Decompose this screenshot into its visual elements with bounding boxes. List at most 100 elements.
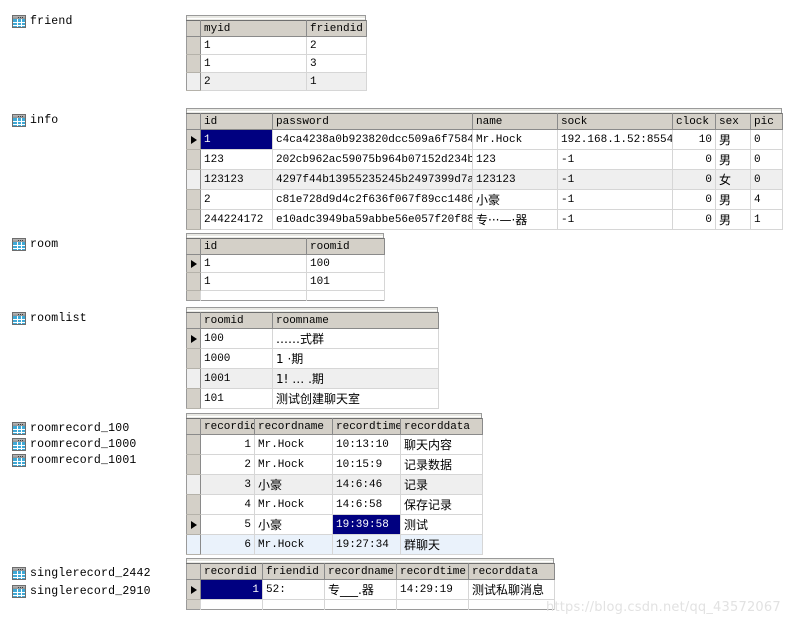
- cell-recorddata[interactable]: 测试: [400, 514, 483, 535]
- cell-myid[interactable]: 1: [200, 36, 307, 55]
- cell-recordname[interactable]: Mr.Hock: [254, 494, 333, 515]
- grid-roomrecord-table[interactable]: recordid recordname recordtime recorddata 1 M…: [186, 418, 483, 555]
- table-row[interactable]: 12: [186, 36, 367, 55]
- cell-recordname[interactable]: 小豪: [254, 514, 333, 535]
- cell-pic[interactable]: 0: [750, 169, 783, 190]
- row-indicator[interactable]: [186, 474, 201, 495]
- grid-roomlist-table[interactable]: roomid roomname 100 ……式群 1000 1 ·期 1001 1! … .期…: [186, 312, 439, 409]
- cell-id[interactable]: 123: [200, 149, 273, 170]
- grid-room[interactable]: id roomid 1 100 1 101: [186, 233, 385, 301]
- cell-clock[interactable]: 0: [672, 189, 716, 210]
- cell-id[interactable]: 1: [200, 272, 307, 291]
- grid-info[interactable]: id password name sock clock sex pic 1 c4ca4238a0…: [186, 108, 783, 230]
- cell-recorddata[interactable]: 记录数据: [400, 454, 483, 475]
- grid-singlerecord-table[interactable]: recordid friendid recordname recordtime reco…: [186, 563, 555, 610]
- cell-friendid[interactable]: 1: [306, 72, 367, 91]
- cell-empty[interactable]: [200, 599, 263, 610]
- new-row-placeholder[interactable]: [186, 290, 385, 301]
- cell-roomname[interactable]: 1! … .期: [272, 368, 439, 389]
- cell-myid[interactable]: 2: [200, 72, 307, 91]
- column-header-recordname[interactable]: recordname: [254, 418, 333, 435]
- column-header-id[interactable]: id: [200, 113, 273, 130]
- cell-pic[interactable]: 1: [750, 209, 783, 230]
- cell-sex[interactable]: 男: [715, 149, 751, 170]
- new-row-placeholder[interactable]: [186, 599, 555, 610]
- row-indicator[interactable]: [186, 209, 201, 230]
- grid-friend-topbar[interactable]: [186, 15, 366, 20]
- cell-recorddata[interactable]: 群聊天: [400, 534, 483, 555]
- cell-roomname[interactable]: ……式群: [272, 328, 439, 349]
- cell-sock[interactable]: -1: [557, 209, 673, 230]
- table-row[interactable]: 1 101: [186, 272, 385, 291]
- cell-recordid[interactable]: 1: [200, 579, 263, 600]
- row-indicator[interactable]: [186, 36, 201, 55]
- grid-singlerecord[interactable]: recordid friendid recordname recordtime reco…: [186, 558, 555, 610]
- cell-recordtime[interactable]: 14:6:46: [332, 474, 401, 495]
- cell-sex[interactable]: 男: [715, 129, 751, 150]
- cell-recordid[interactable]: 6: [200, 534, 255, 555]
- cell-sex[interactable]: 女: [715, 169, 751, 190]
- cell-id[interactable]: 244224172: [200, 209, 273, 230]
- cell-recordname[interactable]: 专___.器: [324, 579, 397, 600]
- cell-recordtime[interactable]: 14:29:19: [396, 579, 469, 600]
- cell-empty[interactable]: [324, 599, 397, 610]
- cell-pic[interactable]: 0: [750, 129, 783, 150]
- cell-recorddata[interactable]: 保存记录: [400, 494, 483, 515]
- cell-recorddata[interactable]: 记录: [400, 474, 483, 495]
- table-row[interactable]: 2 c81e728d9d4c2f636f067f89cc14862c 小豪 -1 0 男 4: [186, 189, 783, 210]
- row-indicator[interactable]: [186, 272, 201, 291]
- row-indicator[interactable]: [186, 494, 201, 515]
- cell-empty[interactable]: [200, 290, 307, 301]
- column-header-name[interactable]: name: [472, 113, 558, 130]
- grid-friend-table[interactable]: myid friendid 1 2 1 3 2 1: [186, 20, 367, 91]
- cell-pic[interactable]: 4: [750, 189, 783, 210]
- cell-recordname[interactable]: 小豪: [254, 474, 333, 495]
- grid-singlerecord-topbar[interactable]: [186, 558, 554, 563]
- cell-id[interactable]: 2: [200, 189, 273, 210]
- column-header-recorddata[interactable]: recorddata: [468, 563, 555, 580]
- column-header-clock[interactable]: clock: [672, 113, 716, 130]
- column-header-myid[interactable]: myid: [200, 20, 307, 37]
- grid-roomrecord-topbar[interactable]: [186, 413, 482, 418]
- row-indicator[interactable]: [186, 189, 201, 210]
- cell-sock[interactable]: -1: [557, 149, 673, 170]
- cell-password[interactable]: 4297f44b13955235245b2497399d7a93: [272, 169, 473, 190]
- cell-recordname[interactable]: Mr.Hock: [254, 454, 333, 475]
- column-header-sex[interactable]: sex: [715, 113, 751, 130]
- column-header-roomid[interactable]: roomid: [200, 312, 273, 329]
- cell-sex[interactable]: 男: [715, 189, 751, 210]
- cell-recordtime[interactable]: 19:39:58: [332, 514, 401, 535]
- table-row[interactable]: 1 c4ca4238a0b923820dcc509a6f75849b Mr.Hock…: [186, 129, 783, 150]
- tree-item-singlerecord_2910[interactable]: singlerecord_2910: [12, 585, 151, 598]
- table-row[interactable]: 4 Mr.Hock 14:6:58 保存记录: [186, 494, 483, 515]
- cell-password[interactable]: e10adc3949ba59abbe56e057f20f883e: [272, 209, 473, 230]
- cell-recordid[interactable]: 1: [200, 434, 255, 455]
- table-row[interactable]: 1 100: [186, 254, 385, 273]
- tree-item-info[interactable]: info: [12, 114, 58, 127]
- cell-id[interactable]: 123123: [200, 169, 273, 190]
- column-header-recordname[interactable]: recordname: [324, 563, 397, 580]
- row-indicator[interactable]: [186, 149, 201, 170]
- column-header-password[interactable]: password: [272, 113, 473, 130]
- grid-roomlist-topbar[interactable]: [186, 307, 438, 312]
- cell-recordtime[interactable]: 10:15:9: [332, 454, 401, 475]
- cell-recordtime[interactable]: 14:6:58: [332, 494, 401, 515]
- column-header-pic[interactable]: pic: [750, 113, 783, 130]
- cell-recordid[interactable]: 5: [200, 514, 255, 535]
- column-header-recordtime[interactable]: recordtime: [332, 418, 401, 435]
- table-row[interactable]: 123123 4297f44b13955235245b2497399d7a93 12…: [186, 169, 783, 190]
- cell-roomid[interactable]: 100: [200, 328, 273, 349]
- tree-item-roomlist[interactable]: roomlist: [12, 312, 87, 325]
- cell-roomid[interactable]: 1000: [200, 348, 273, 369]
- tree-item-roomrecord_1000[interactable]: roomrecord_1000: [12, 438, 137, 451]
- cell-name[interactable]: 123123: [472, 169, 558, 190]
- cell-empty[interactable]: [306, 290, 385, 301]
- column-header-recordid[interactable]: recordid: [200, 563, 263, 580]
- grid-room-table[interactable]: id roomid 1 100 1 101: [186, 238, 385, 301]
- cell-clock[interactable]: 0: [672, 209, 716, 230]
- cell-myid[interactable]: 1: [200, 54, 307, 73]
- column-header-recordtime[interactable]: recordtime: [396, 563, 469, 580]
- current-row-arrow-icon[interactable]: [186, 514, 201, 535]
- cell-sock[interactable]: -1: [557, 189, 673, 210]
- table-row[interactable]: 1 52: 专___.器 14:29:19 测试私聊消息: [186, 579, 555, 600]
